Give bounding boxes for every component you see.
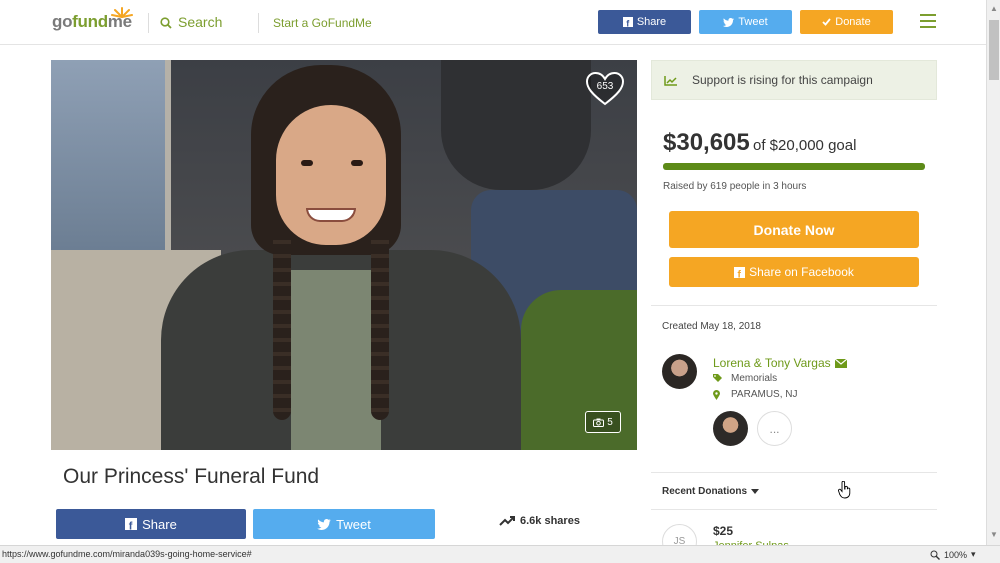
photo-smile <box>306 208 356 222</box>
amount-raised: $30,605 <box>663 129 750 156</box>
zoom-icon <box>930 550 940 560</box>
logo-text-go: go <box>52 12 73 31</box>
browser-status-bar: https://www.gofundme.com/miranda039s-goi… <box>0 545 1000 563</box>
donation-amount: $25 <box>713 524 734 538</box>
heart-count-badge[interactable]: 653 <box>585 71 625 106</box>
rising-text: Support is rising for this campaign <box>692 73 873 87</box>
tag-icon <box>713 374 722 382</box>
logo-text-fund: fund <box>72 12 108 31</box>
scroll-up-arrow-icon[interactable]: ▲ <box>990 4 998 13</box>
twitter-icon <box>723 17 735 27</box>
scrollbar-thumb[interactable] <box>989 20 999 80</box>
zoom-level: 100% <box>944 549 968 560</box>
share-on-facebook-label: Share on Facebook <box>749 265 854 279</box>
progress-bar <box>663 163 925 170</box>
more-team-button[interactable]: ... <box>757 411 792 446</box>
hamburger-menu-icon[interactable] <box>920 14 936 28</box>
hand-cursor-icon <box>838 481 851 499</box>
campaign-photo[interactable] <box>51 60 637 450</box>
progress-bar-fill <box>663 163 925 170</box>
header-donate-label: Donate <box>835 16 871 28</box>
donation-card: $30,605 of $20,000 goal Raised by 619 pe… <box>651 120 937 306</box>
twitter-icon <box>317 518 331 530</box>
site-header: gofundme Search Start a GoFundMe f Share… <box>0 0 986 45</box>
rising-banner: Support is rising for this campaign <box>651 60 937 100</box>
header-donate-button[interactable]: Donate <box>800 10 893 34</box>
zoom-dropdown-icon: ▾ <box>971 549 976 559</box>
header-tweet-label: Tweet <box>738 16 768 28</box>
raised-by-text: Raised by 619 people in 3 hours <box>663 181 807 192</box>
search-icon <box>160 17 172 29</box>
photo-eye <box>301 160 313 166</box>
header-divider <box>258 13 259 33</box>
location-row: PARAMUS, NJ <box>713 389 798 400</box>
facebook-icon: f <box>622 17 633 27</box>
recent-donations-toggle[interactable]: Recent Donations <box>651 472 937 510</box>
chart-trend-icon <box>664 75 677 86</box>
organizer-name-link[interactable]: Lorena & Tony Vargas <box>713 356 847 370</box>
page-scrollbar[interactable]: ▲ ▼ <box>986 0 1000 545</box>
share-facebook-button[interactable]: f Share <box>56 509 246 539</box>
category-text: Memorials <box>731 373 778 384</box>
location-text: PARAMUS, NJ <box>731 389 798 400</box>
facebook-icon: f <box>734 266 746 278</box>
goal-text: of $20,000 goal <box>753 137 857 154</box>
header-divider <box>148 13 149 33</box>
photo-window <box>51 60 171 250</box>
photo-count: 5 <box>607 416 613 428</box>
team-member-avatar[interactable] <box>713 411 748 446</box>
status-url: https://www.gofundme.com/miranda039s-goi… <box>2 549 252 559</box>
photo-braid <box>273 230 291 420</box>
shares-count: 6.6k shares <box>499 515 580 527</box>
photo-count-badge[interactable]: 5 <box>585 411 621 433</box>
header-share-button[interactable]: f Share <box>598 10 691 34</box>
search-label: Search <box>178 14 223 30</box>
recent-donations-label: Recent Donations <box>662 485 748 497</box>
organizer-name: Lorena & Tony Vargas <box>713 356 831 370</box>
share-label: Share <box>142 516 177 532</box>
donate-now-button[interactable]: Donate Now <box>669 211 919 248</box>
tweet-button[interactable]: Tweet <box>253 509 435 539</box>
shares-label: 6.6k shares <box>520 515 580 527</box>
campaign-title: Our Princess' Funeral Fund <box>63 465 320 488</box>
created-date: Created May 18, 2018 <box>662 321 761 332</box>
search-link[interactable]: Search <box>160 14 222 30</box>
svg-text:f: f <box>129 521 133 531</box>
header-share-label: Share <box>636 16 667 28</box>
start-gofundme-link[interactable]: Start a GoFundMe <box>273 16 372 30</box>
tweet-label: Tweet <box>336 516 371 532</box>
category-row: Memorials <box>713 373 777 384</box>
map-pin-icon <box>713 389 720 400</box>
header-tweet-button[interactable]: Tweet <box>699 10 792 34</box>
photo-face <box>276 105 386 245</box>
zoom-control[interactable]: 100% ▾ <box>930 549 976 560</box>
organizer-avatar[interactable] <box>662 354 697 389</box>
camera-icon <box>593 418 605 427</box>
heart-count: 653 <box>596 81 614 92</box>
caret-down-icon <box>751 488 760 494</box>
photo-eye <box>351 160 363 166</box>
sun-logo-icon <box>111 7 133 18</box>
photo-shirt <box>291 270 381 450</box>
share-on-facebook-button[interactable]: f Share on Facebook <box>669 257 919 287</box>
scroll-down-arrow-icon[interactable]: ▼ <box>990 530 998 539</box>
photo-braid <box>371 230 389 420</box>
photo-background-person <box>441 60 591 190</box>
facebook-icon: f <box>125 518 138 531</box>
check-icon <box>822 18 831 26</box>
envelope-icon[interactable] <box>834 358 847 368</box>
trending-up-icon <box>499 516 515 526</box>
